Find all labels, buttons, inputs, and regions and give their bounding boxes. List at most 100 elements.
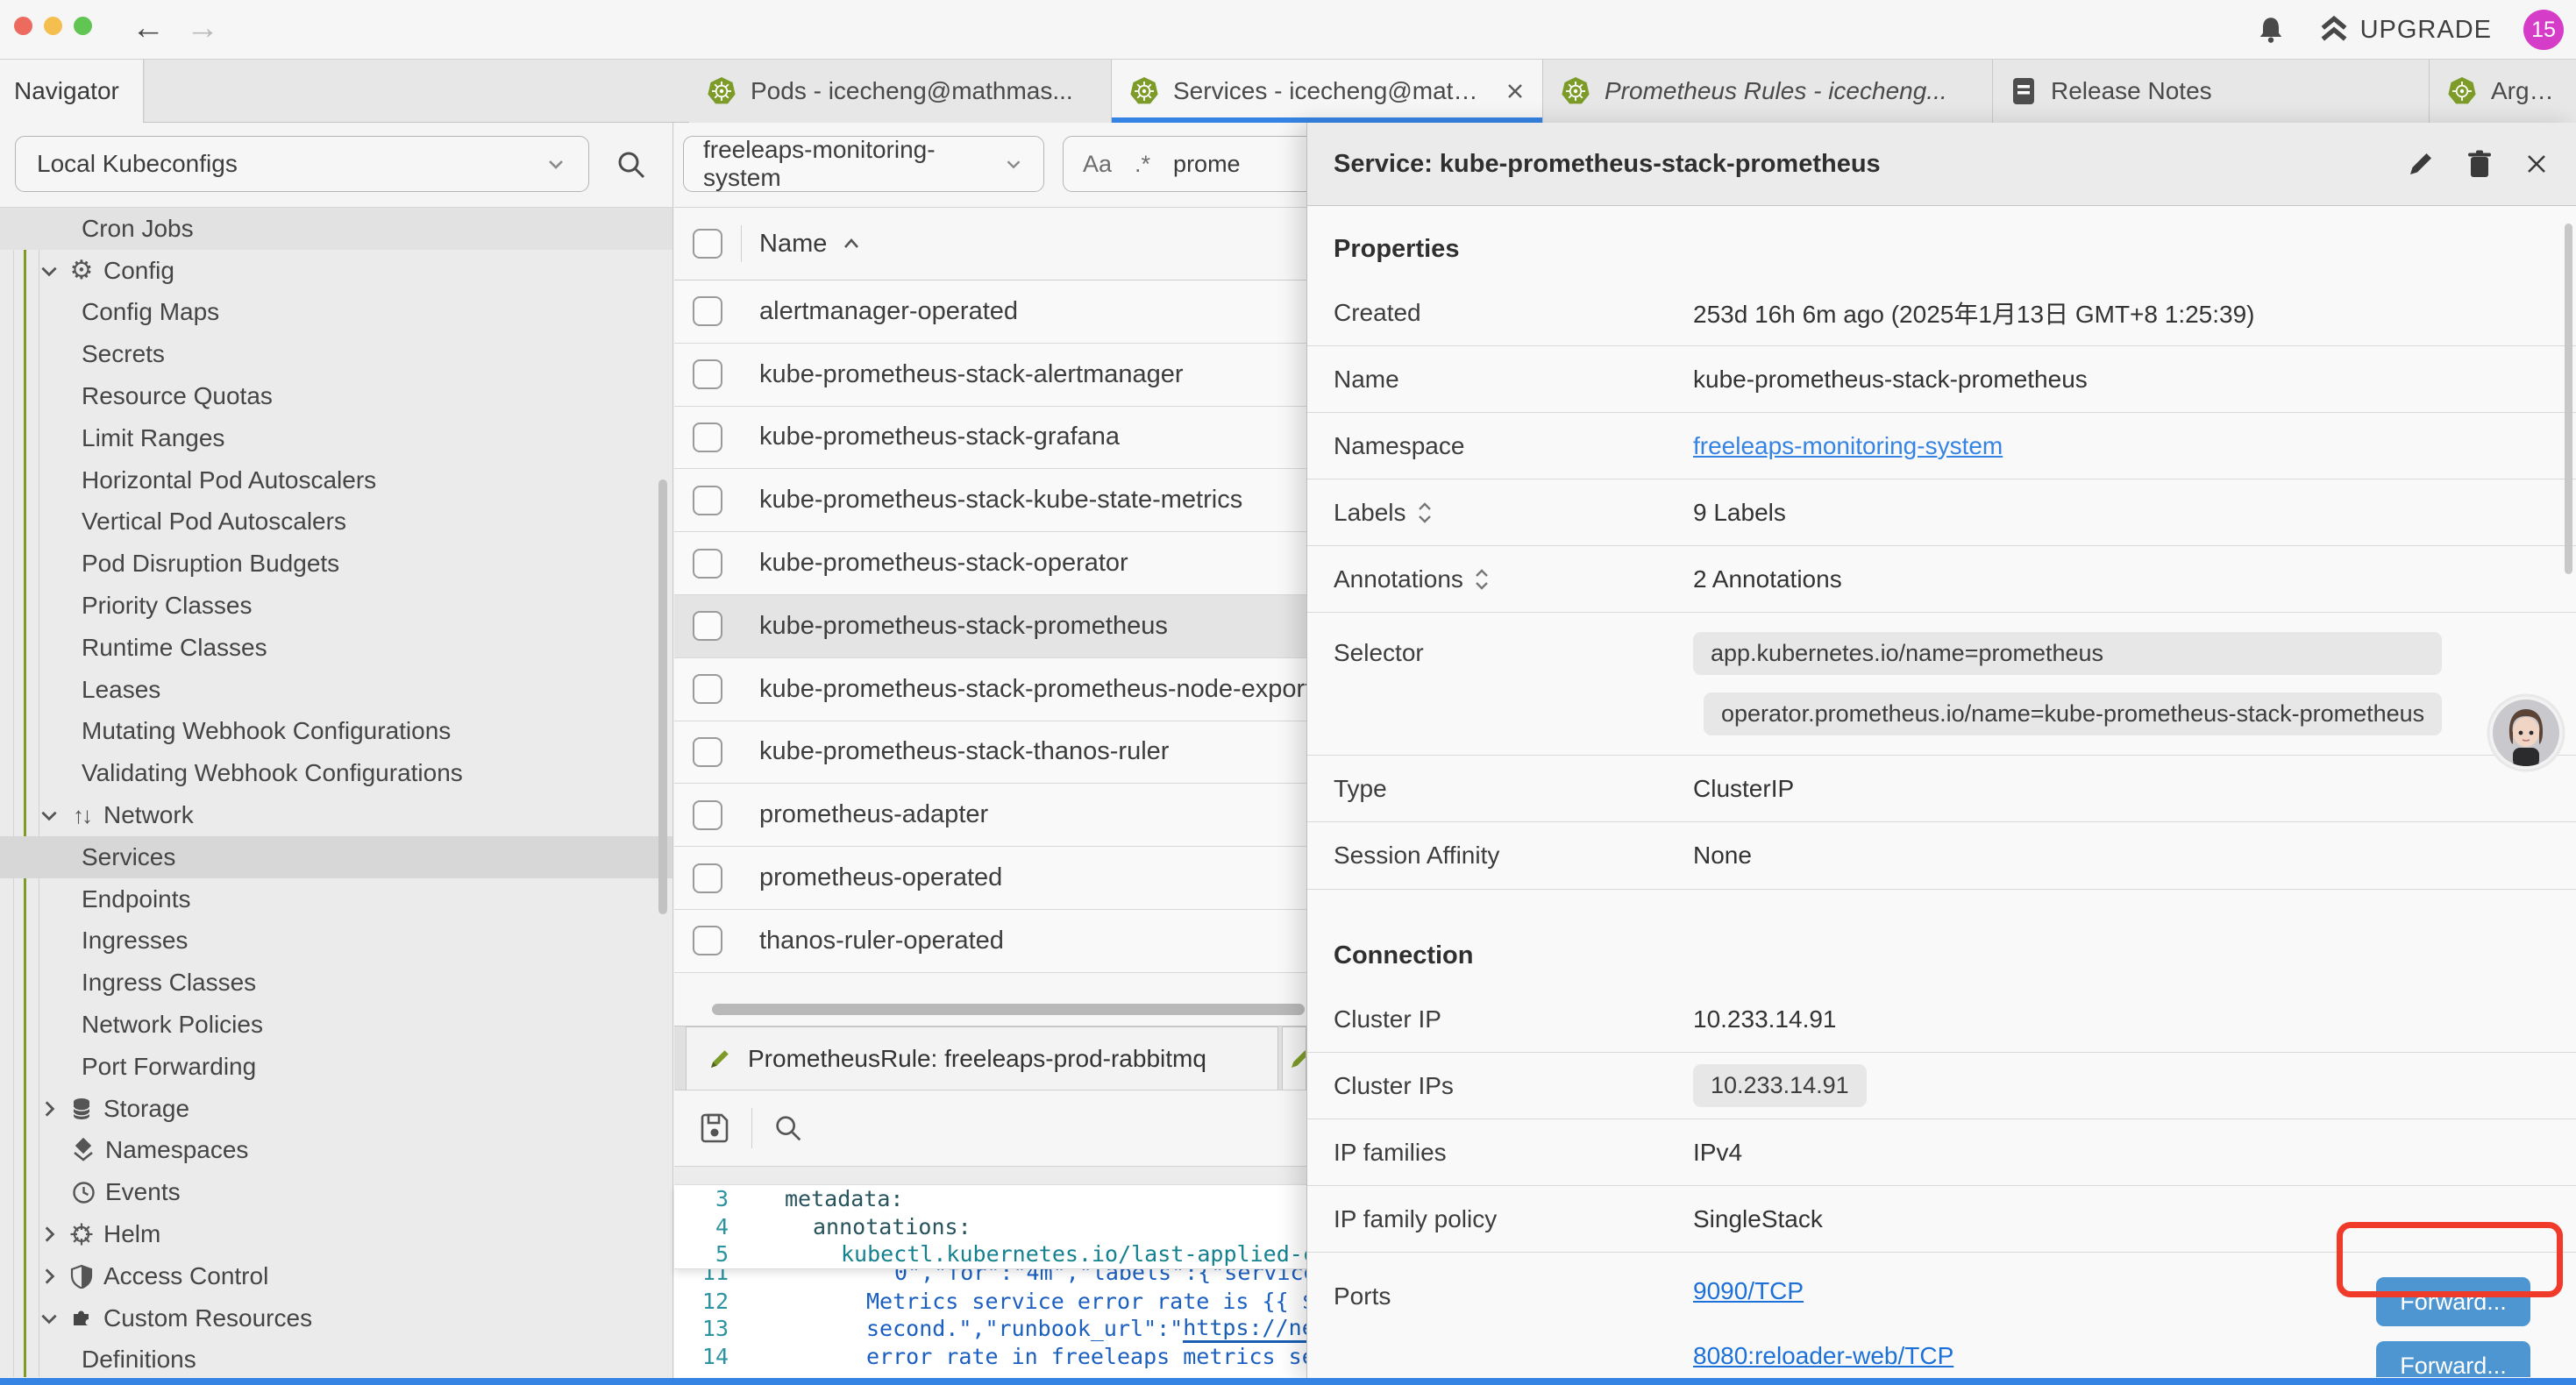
editor-tab-prometheusrule[interactable]: PrometheusRule: freeleaps-prod-rabbitmq xyxy=(686,1026,1278,1090)
tab-services[interactable]: Services - icecheng@math... xyxy=(1112,60,1543,123)
row-checkbox[interactable] xyxy=(693,800,722,830)
sidebar-group-helm[interactable]: Helm xyxy=(0,1213,672,1255)
sidebar-item-leases[interactable]: Leases xyxy=(0,669,672,711)
sidebar-item-secrets[interactable]: Secrets xyxy=(0,333,672,375)
connection-section-title: Connection xyxy=(1307,913,2576,986)
tab-label: Services - icecheng@math... xyxy=(1173,77,1479,105)
name-column-header[interactable]: Name xyxy=(759,230,860,259)
sidebar-group-custom-resources[interactable]: Custom Resources xyxy=(0,1297,672,1339)
tab-prometheus-rules[interactable]: Prometheus Rules - icecheng... xyxy=(1543,60,1993,123)
sidebar-item-validating-webhook-configurations[interactable]: Validating Webhook Configurations xyxy=(0,752,672,794)
detail-panel-scrollbar[interactable] xyxy=(2565,224,2572,574)
chevron-down-icon xyxy=(39,1308,60,1329)
port-link-9090[interactable]: 9090/TCP xyxy=(1693,1277,1953,1305)
delete-trash-icon[interactable] xyxy=(2466,149,2494,179)
match-case-toggle[interactable]: Aa xyxy=(1083,151,1112,178)
row-checkbox[interactable] xyxy=(693,296,722,326)
namespace-select[interactable]: freeleaps-monitoring-system xyxy=(683,136,1044,192)
chevron-down-icon xyxy=(1003,153,1024,174)
puzzle-icon xyxy=(68,1306,96,1331)
close-panel-icon[interactable] xyxy=(2523,151,2550,177)
pencil-icon xyxy=(1288,1047,1306,1071)
user-avatar[interactable] xyxy=(2487,693,2565,772)
navigator-panel-tab[interactable]: Navigator xyxy=(0,60,144,123)
sidebar-item-cron-jobs[interactable]: Cron Jobs xyxy=(0,208,672,250)
sidebar-item-port-forwarding[interactable]: Port Forwarding xyxy=(0,1046,672,1088)
row-checkbox[interactable] xyxy=(693,611,722,641)
sidebar-group-storage[interactable]: Storage xyxy=(0,1088,672,1130)
sidebar-item-mutating-webhook-configurations[interactable]: Mutating Webhook Configurations xyxy=(0,711,672,753)
sidebar-item-limit-ranges[interactable]: Limit Ranges xyxy=(0,417,672,459)
row-checkbox[interactable] xyxy=(693,926,722,955)
search-value: prome xyxy=(1173,151,1241,178)
up-down-arrows-icon: ↑↓ xyxy=(68,802,96,829)
close-window-button[interactable] xyxy=(14,17,32,35)
minimize-window-button[interactable] xyxy=(44,17,62,35)
save-icon[interactable] xyxy=(697,1111,732,1146)
property-row-session-affinity: Session Affinity None xyxy=(1307,822,2576,889)
sidebar-group-network[interactable]: ↑↓ Network xyxy=(0,794,672,836)
upgrade-button[interactable]: UPGRADE xyxy=(2318,14,2492,46)
sidebar-item-pod-disruption-budgets[interactable]: Pod Disruption Budgets xyxy=(0,543,672,585)
yaml-key: metadata: xyxy=(741,1186,903,1211)
sidebar-item-definitions[interactable]: Definitions xyxy=(0,1339,672,1377)
sidebar-item-endpoints[interactable]: Endpoints xyxy=(0,878,672,920)
forward-arrow-icon[interactable]: → xyxy=(186,7,219,49)
forward-button-8080[interactable]: Forward... xyxy=(2376,1341,2530,1377)
row-checkbox[interactable] xyxy=(693,549,722,579)
sidebar-search-icon[interactable] xyxy=(614,147,649,182)
sidebar-item-services[interactable]: Services xyxy=(0,836,672,878)
yaml-key: kubectl.kubernetes.io/last-applied-co xyxy=(741,1241,1329,1267)
sidebar-item-priority-classes[interactable]: Priority Classes xyxy=(0,585,672,627)
window-titlebar: ← → UPGRADE 15 xyxy=(0,0,2576,60)
regex-toggle[interactable]: .* xyxy=(1135,151,1150,178)
sidebar-item-namespaces[interactable]: Namespaces xyxy=(0,1130,672,1172)
back-arrow-icon[interactable]: ← xyxy=(132,7,165,49)
editor-search-icon[interactable] xyxy=(772,1112,805,1145)
select-all-checkbox[interactable] xyxy=(693,229,722,259)
row-checkbox[interactable] xyxy=(693,486,722,515)
toolbar-divider xyxy=(751,1108,752,1148)
editor-tab-partial[interactable] xyxy=(1282,1026,1306,1090)
notification-count-badge[interactable]: 15 xyxy=(2523,10,2564,50)
sidebar-item-vertical-pod-autoscalers[interactable]: Vertical Pod Autoscalers xyxy=(0,501,672,543)
sidebar-item-ingress-classes[interactable]: Ingress Classes xyxy=(0,962,672,1004)
sidebar-group-config[interactable]: ⚙ Config xyxy=(0,250,672,292)
kubeconfig-select[interactable]: Local Kubeconfigs xyxy=(15,136,589,192)
row-checkbox[interactable] xyxy=(693,674,722,704)
sidebar-item-config-maps[interactable]: Config Maps xyxy=(0,292,672,334)
yaml-key: annotations: xyxy=(741,1214,971,1239)
sidebar-item-runtime-classes[interactable]: Runtime Classes xyxy=(0,627,672,669)
pencil-icon xyxy=(708,1047,732,1071)
row-checkbox[interactable] xyxy=(693,359,722,389)
port-link-8080[interactable]: 8080:reloader-web/TCP xyxy=(1693,1342,1953,1370)
sidebar-scrollbar[interactable] xyxy=(658,479,667,914)
property-row-created: Created 253d 16h 6m ago (2025年1月13日 GMT+… xyxy=(1307,280,2576,346)
sidebar-group-access-control[interactable]: Access Control xyxy=(0,1255,672,1297)
row-checkbox[interactable] xyxy=(693,737,722,767)
namespace-link[interactable]: freeleaps-monitoring-system xyxy=(1693,432,2003,460)
property-row-cluster-ips: Cluster IPs 10.233.14.91 xyxy=(1307,1053,2576,1119)
expand-collapse-icon[interactable] xyxy=(1474,568,1490,591)
detail-panel-title: Service: kube-prometheus-stack-prometheu… xyxy=(1334,150,1881,179)
tab-release-notes[interactable]: Release Notes xyxy=(1993,60,2430,123)
tabstrip-filler xyxy=(145,60,689,122)
edit-pencil-icon[interactable] xyxy=(2406,149,2436,179)
sidebar-item-network-policies[interactable]: Network Policies xyxy=(0,1004,672,1046)
row-checkbox[interactable] xyxy=(693,423,722,452)
sidebar-item-events[interactable]: Events xyxy=(0,1171,672,1213)
sidebar-item-horizontal-pod-autoscalers[interactable]: Horizontal Pod Autoscalers xyxy=(0,459,672,501)
row-checkbox[interactable] xyxy=(693,863,722,893)
close-tab-icon[interactable] xyxy=(1505,82,1525,101)
yaml-string: second.","runbook_url":" xyxy=(741,1316,1183,1341)
expand-collapse-icon[interactable] xyxy=(1417,501,1433,524)
sidebar-item-ingresses[interactable]: Ingresses xyxy=(0,920,672,962)
kubernetes-icon xyxy=(1129,76,1159,106)
tab-pods[interactable]: Pods - icecheng@mathmas... xyxy=(689,60,1112,123)
notifications-bell-icon[interactable] xyxy=(2255,14,2287,46)
resource-search-input[interactable]: Aa .* prome xyxy=(1063,136,1326,192)
horizontal-scrollbar[interactable] xyxy=(712,1004,1305,1015)
zoom-window-button[interactable] xyxy=(74,17,92,35)
sidebar-item-resource-quotas[interactable]: Resource Quotas xyxy=(0,375,672,417)
tab-argo[interactable]: Argo Se xyxy=(2430,60,2576,123)
